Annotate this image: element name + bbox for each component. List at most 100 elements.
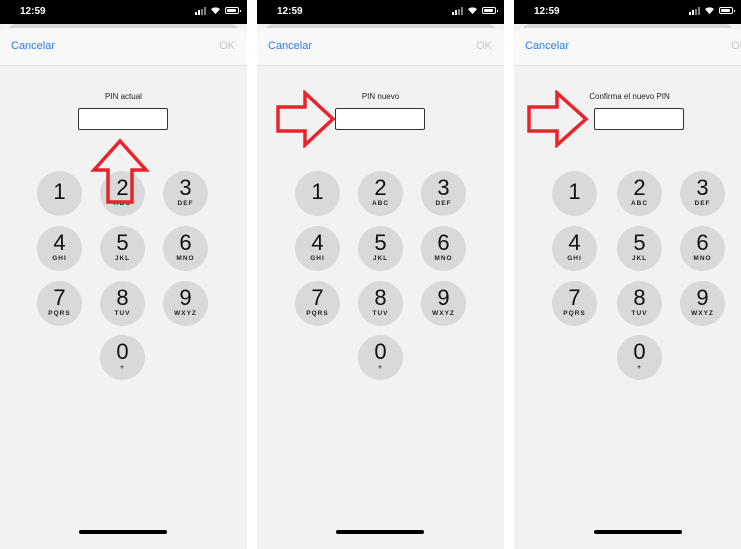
status-time: 12:59 [534,6,560,17]
pin-field-label: PIN nuevo [361,92,400,101]
key-letters: PQRS [48,310,71,317]
key-digit: 8 [633,285,646,310]
status-icons [195,6,241,15]
key-digit: 4 [311,230,324,255]
key-8[interactable]: 8 TUV [617,281,662,326]
key-6[interactable]: 6 MNO [421,226,466,271]
battery-icon [482,7,498,14]
key-2[interactable]: 2 ABC [358,171,403,216]
battery-icon [225,7,241,14]
key-0[interactable]: 0 + [358,335,403,380]
phone-screen-pin-nuevo: 12:59 Cancelar OK PIN nuevo 1 2 ABC 3 DEF 4 GH… [257,0,504,549]
nav-bar: Cancelar OK [0,28,247,66]
key-digit: 0 [116,339,129,364]
key-letters: GHI [52,255,67,262]
key-1[interactable]: 1 [37,171,82,216]
key-letters: WXYZ [691,310,714,317]
key-letters: MNO [434,255,453,262]
key-digit: 8 [374,285,387,310]
key-letters: PQRS [563,310,586,317]
key-digit: 3 [179,175,192,200]
key-6[interactable]: 6 MNO [680,226,725,271]
wifi-icon [705,7,714,15]
key-letters: WXYZ [174,310,197,317]
key-digit: 9 [437,285,450,310]
ok-button[interactable]: OK [219,40,235,52]
key-letters: PQRS [306,310,329,317]
key-7[interactable]: 7 PQRS [552,281,597,326]
cancel-button[interactable]: Cancelar [11,40,55,52]
status-icons [689,6,735,15]
key-5[interactable]: 5 JKL [617,226,662,271]
key-3[interactable]: 3 DEF [163,171,208,216]
key-letters: DEF [694,200,711,207]
key-2[interactable]: 2 ABC [100,171,145,216]
key-letters: ABC [113,200,132,207]
key-digit: 7 [53,285,66,310]
key-5[interactable]: 5 JKL [358,226,403,271]
key-letters: GHI [310,255,325,262]
key-digit: 7 [568,285,581,310]
key-letters: + [637,364,642,371]
cancel-button[interactable]: Cancelar [525,40,569,52]
key-letters: GHI [567,255,582,262]
key-digit: 4 [568,230,581,255]
key-digit: 9 [696,285,709,310]
key-9[interactable]: 9 WXYZ [680,281,725,326]
key-8[interactable]: 8 TUV [358,281,403,326]
status-bar: 12:59 [514,0,741,24]
pin-field-label: PIN actual [105,92,142,101]
status-icons [452,6,498,15]
key-digit: 0 [633,339,646,364]
key-digit: 1 [311,179,324,204]
key-letters: + [120,364,125,371]
key-letters: + [378,364,383,371]
key-4[interactable]: 4 GHI [37,226,82,271]
key-0[interactable]: 0 + [100,335,145,380]
key-9[interactable]: 9 WXYZ [163,281,208,326]
key-4[interactable]: 4 GHI [552,226,597,271]
key-letters: TUV [114,310,131,317]
key-digit: 8 [116,285,129,310]
key-0[interactable]: 0 + [617,335,662,380]
key-7[interactable]: 7 PQRS [37,281,82,326]
pin-input[interactable] [594,108,684,130]
status-time: 12:59 [277,6,303,17]
key-letters: MNO [693,255,712,262]
key-letters: ABC [630,200,649,207]
key-digit: 6 [437,230,450,255]
key-9[interactable]: 9 WXYZ [421,281,466,326]
phone-screen-pin-actual: 12:59 Cancelar OK PIN actual 1 2 ABC 3 DEF 4 G… [0,0,247,549]
status-bar: 12:59 [257,0,504,24]
cancel-button[interactable]: Cancelar [268,40,312,52]
key-digit: 4 [53,230,66,255]
key-3[interactable]: 3 DEF [421,171,466,216]
pin-input[interactable] [78,108,168,130]
key-4[interactable]: 4 GHI [295,226,340,271]
key-digit: 5 [374,230,387,255]
key-letters: JKL [114,255,131,262]
key-letters: JKL [631,255,648,262]
key-digit: 2 [633,175,646,200]
signal-icon [195,6,206,15]
status-bar: 12:59 [0,0,247,24]
key-7[interactable]: 7 PQRS [295,281,340,326]
signal-icon [452,6,463,15]
key-6[interactable]: 6 MNO [163,226,208,271]
key-2[interactable]: 2 ABC [617,171,662,216]
key-digit: 6 [179,230,192,255]
key-1[interactable]: 1 [295,171,340,216]
home-indicator [79,530,167,534]
key-letters: MNO [176,255,195,262]
pin-input[interactable] [335,108,425,130]
key-3[interactable]: 3 DEF [680,171,725,216]
key-digit: 0 [374,339,387,364]
key-5[interactable]: 5 JKL [100,226,145,271]
key-letters: TUV [372,310,389,317]
ok-button[interactable]: OK [476,40,492,52]
phone-screen-confirma-pin: 12:59 Cancelar OK Confirma el nuevo PIN … [514,0,741,549]
status-time: 12:59 [20,6,46,17]
key-1[interactable]: 1 [552,171,597,216]
ok-button[interactable]: OK [731,40,741,52]
key-8[interactable]: 8 TUV [100,281,145,326]
